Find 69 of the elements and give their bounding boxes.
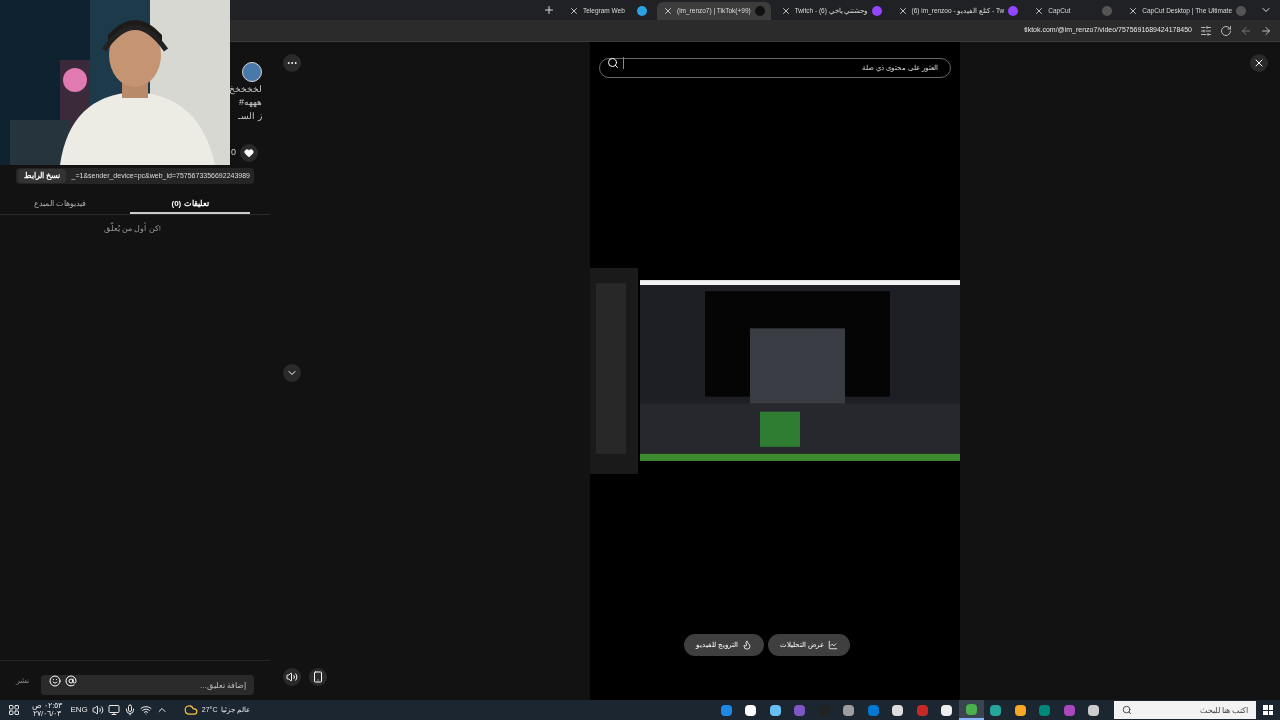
volume-icon[interactable]	[91, 704, 104, 716]
windows-icon	[1263, 705, 1273, 715]
search-icon	[1122, 705, 1132, 715]
app-icon	[867, 704, 879, 716]
more-button[interactable]	[283, 54, 301, 72]
flame-icon	[742, 640, 752, 650]
app-icon	[1014, 704, 1026, 716]
app-icon	[892, 704, 904, 716]
phone-icon	[312, 671, 324, 683]
like-button[interactable]	[240, 144, 258, 162]
volume-button[interactable]	[283, 668, 301, 686]
panel-tab[interactable]: (0) تعليقات	[130, 196, 250, 214]
app-icon	[769, 704, 781, 716]
close-icon	[1253, 57, 1265, 69]
app-icon	[965, 703, 977, 715]
favicon-icon	[1102, 6, 1113, 16]
comment-field[interactable]: إضافة تعليق...	[41, 675, 254, 695]
copy-link-button[interactable]: نسخ الرابط	[18, 169, 67, 183]
heart-icon	[244, 148, 254, 158]
favicon-icon	[636, 6, 647, 16]
app-icon	[916, 704, 928, 716]
reload-icon[interactable]	[1220, 24, 1232, 37]
close-button[interactable]	[1250, 54, 1268, 72]
close-icon[interactable]	[780, 6, 791, 16]
app-icon	[1039, 704, 1051, 716]
avatar[interactable]	[242, 62, 262, 82]
favicon-icon	[871, 6, 882, 16]
line-chart-icon	[827, 640, 838, 650]
empty-comments-text: كن أول من يُعلّق!	[104, 223, 161, 235]
app-icon	[1088, 704, 1100, 716]
next-video-button[interactable]	[283, 364, 301, 382]
language-text[interactable]: ENG	[70, 704, 88, 716]
close-icon[interactable]	[1034, 6, 1045, 16]
device-button[interactable]	[309, 668, 327, 686]
mention-icon[interactable]	[65, 674, 77, 687]
taskbar-search-field[interactable]: اكتب هنا للبحث	[1114, 701, 1256, 719]
author-text: لخخخخخ	[229, 84, 262, 96]
wifi-icon[interactable]	[139, 704, 152, 716]
forward-icon[interactable]	[1260, 24, 1272, 37]
app-icon	[794, 704, 806, 716]
post-button[interactable]: نشر	[16, 674, 29, 687]
app-icon	[720, 704, 732, 716]
favicon-icon	[754, 6, 765, 16]
weather-icon[interactable]	[183, 703, 198, 717]
search-icon	[607, 57, 619, 69]
close-icon[interactable]	[1128, 6, 1139, 16]
clock-text[interactable]: ٠٢:٥٣ ص	[32, 702, 63, 710]
app-icon	[990, 704, 1002, 716]
volume-icon	[286, 671, 298, 683]
app-icon	[843, 704, 855, 716]
close-icon[interactable]	[897, 6, 908, 16]
emoji-icon[interactable]	[49, 674, 61, 687]
notifications-icon[interactable]	[8, 704, 20, 716]
site-settings-icon[interactable]	[1200, 24, 1212, 37]
app-icon	[941, 704, 953, 716]
favicon-icon	[1236, 6, 1246, 16]
app-icon	[1063, 704, 1075, 716]
like-count: 0	[231, 146, 236, 160]
new-tab-icon[interactable]	[542, 4, 555, 16]
close-icon[interactable]	[568, 6, 579, 16]
app-icon	[745, 704, 757, 716]
network-icon[interactable]	[107, 704, 120, 716]
panel-tab[interactable]: فيديوهات المبدع	[0, 196, 120, 214]
favicon-icon	[1008, 6, 1019, 16]
author-text: ز السـ	[238, 110, 262, 122]
microphone-icon[interactable]	[123, 704, 136, 716]
author-text: #هههه	[239, 97, 262, 109]
date-text[interactable]: ٢٧/٠٦/٠٣	[33, 710, 62, 718]
close-icon[interactable]	[662, 6, 673, 16]
